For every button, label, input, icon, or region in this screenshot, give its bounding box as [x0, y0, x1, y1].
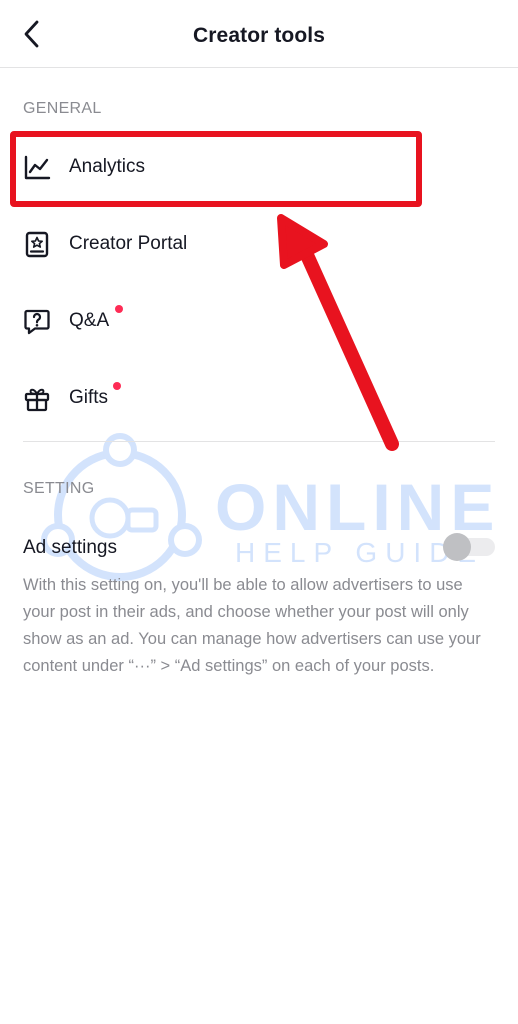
- notification-dot: [113, 382, 121, 390]
- menu-item-label: Creator Portal: [69, 233, 188, 254]
- notification-dot: [115, 305, 123, 313]
- toggle-knob: [443, 533, 471, 561]
- watermark-logo: ONLINE HELP GUIDE: [41, 433, 494, 581]
- chart-line-icon: [22, 154, 52, 182]
- menu-item-label: Gifts: [69, 387, 109, 408]
- portal-book-icon: [22, 231, 52, 259]
- menu-item-gifts[interactable]: Gifts: [0, 368, 518, 428]
- section-label-setting: SETTING: [23, 480, 95, 497]
- menu-item-qa[interactable]: Q&A: [0, 291, 518, 351]
- question-bubble-icon: [22, 308, 52, 336]
- section-label-general: GENERAL: [23, 100, 102, 117]
- ad-settings-description: With this setting on, you'll be able to …: [23, 576, 481, 675]
- gift-icon: [22, 385, 52, 413]
- menu-item-label: Analytics: [69, 156, 146, 177]
- ad-settings-toggle[interactable]: [443, 533, 495, 561]
- section-divider: [23, 441, 495, 442]
- menu-item-label: Q&A: [69, 310, 110, 331]
- menu-item-creator-portal[interactable]: Creator Portal: [0, 214, 518, 274]
- menu-item-analytics[interactable]: Analytics: [0, 137, 518, 197]
- header-bar: Creator tools: [0, 0, 518, 68]
- page-title: Creator tools: [193, 24, 325, 47]
- ad-settings-label: Ad settings: [23, 537, 117, 558]
